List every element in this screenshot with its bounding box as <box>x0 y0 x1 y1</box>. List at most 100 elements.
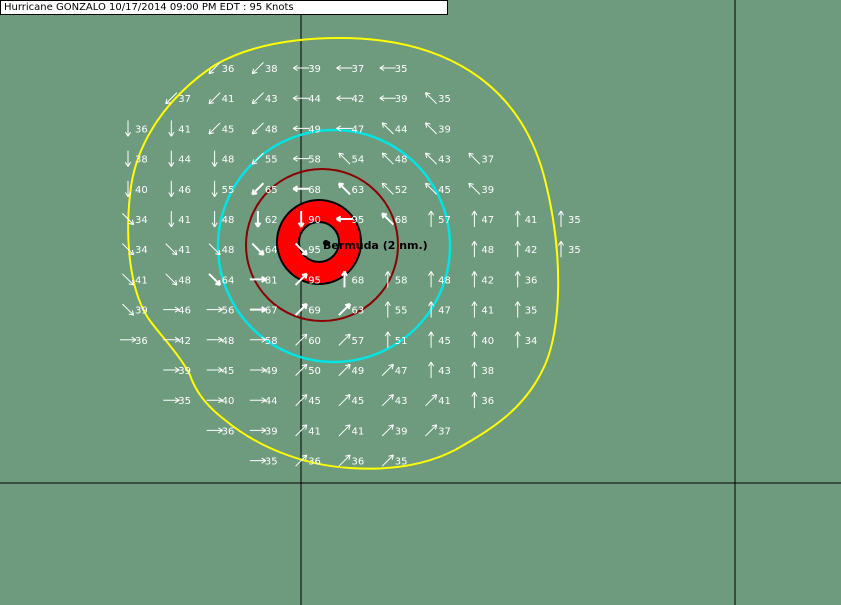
wind-speed-label: 49 <box>308 124 321 135</box>
wind-speed-label: 64 <box>222 275 235 286</box>
wind-speed-label: 50 <box>308 366 321 377</box>
wind-speed-label: 58 <box>265 336 278 347</box>
wind-speed-label: 41 <box>308 426 321 437</box>
wind-speed-label: 34 <box>135 245 148 256</box>
ocean-background <box>0 0 841 605</box>
wind-speed-label: 35 <box>265 457 278 468</box>
wind-speed-label: 68 <box>395 215 408 226</box>
wind-speed-label: 67 <box>265 306 278 317</box>
wind-speed-label: 41 <box>178 215 191 226</box>
wind-speed-label: 39 <box>135 306 148 317</box>
wind-vector-arrowhead <box>304 249 308 256</box>
wind-speed-label: 39 <box>178 366 191 377</box>
wind-speed-label: 44 <box>178 155 191 166</box>
wind-speed-label: 90 <box>308 215 321 226</box>
wind-speed-label: 45 <box>438 336 451 347</box>
wind-speed-label: 49 <box>265 366 278 377</box>
wind-speed-label: 37 <box>352 64 365 75</box>
wind-speed-label: 68 <box>352 275 365 286</box>
wind-speed-label: 64 <box>265 245 278 256</box>
wind-speed-label: 37 <box>438 426 451 437</box>
wind-vector-arrowhead <box>301 303 308 307</box>
wind-speed-label: 46 <box>178 185 191 196</box>
wind-speed-label: 55 <box>265 155 278 166</box>
wind-speed-label: 39 <box>395 94 408 105</box>
wind-speed-label: 62 <box>265 215 278 226</box>
wind-speed-label: 42 <box>525 245 538 256</box>
wind-vector-arrowhead <box>252 192 258 196</box>
wind-speed-label: 44 <box>308 94 321 105</box>
wind-speed-label: 37 <box>481 155 494 166</box>
wind-speed-label: 40 <box>481 336 494 347</box>
wind-speed-label: 48 <box>178 275 191 286</box>
wind-speed-label: 54 <box>352 155 365 166</box>
wind-speed-label: 42 <box>178 336 191 347</box>
wind-vector-arrowhead <box>381 213 385 219</box>
wind-speed-label: 48 <box>222 336 235 347</box>
wind-speed-label: 45 <box>222 366 235 377</box>
wind-vector-arrowhead <box>218 279 222 286</box>
wind-speed-label: 60 <box>308 336 321 347</box>
wind-speed-label: 35 <box>438 94 451 105</box>
wind-speed-label: 42 <box>352 94 365 105</box>
wind-speed-label: 45 <box>352 396 365 407</box>
wind-speed-label: 55 <box>222 185 235 196</box>
wind-speed-label: 56 <box>222 306 235 317</box>
wind-speed-label: 58 <box>395 275 408 286</box>
wind-speed-label: 49 <box>352 366 365 377</box>
wind-speed-label: 34 <box>525 336 538 347</box>
wind-speed-label: 35 <box>395 457 408 468</box>
wind-speed-label: 46 <box>178 306 191 317</box>
wind-speed-label: 39 <box>308 64 321 75</box>
wind-speed-label: 45 <box>308 396 321 407</box>
wind-speed-label: 48 <box>222 215 235 226</box>
wind-speed-label: 36 <box>525 275 538 286</box>
wind-speed-label: 48 <box>265 124 278 135</box>
wind-speed-label: 48 <box>222 155 235 166</box>
wind-speed-label: 36 <box>222 64 235 75</box>
wind-speed-label: 36 <box>135 124 148 135</box>
wind-speed-label: 35 <box>568 245 581 256</box>
wind-speed-label: 41 <box>481 306 494 317</box>
wind-vector-arrowhead <box>337 182 342 189</box>
wind-speed-label: 41 <box>178 124 191 135</box>
wind-speed-label: 55 <box>395 306 408 317</box>
wind-speed-label: 36 <box>352 457 365 468</box>
wind-speed-label: 45 <box>222 124 235 135</box>
wind-speed-label: 40 <box>222 396 235 407</box>
wind-speed-label: 37 <box>178 94 191 105</box>
wind-speed-label: 57 <box>352 336 365 347</box>
wind-vector-arrowhead <box>301 272 308 276</box>
wind-speed-label: 40 <box>135 185 148 196</box>
wind-speed-label: 39 <box>481 185 494 196</box>
location-label: Bermuda (2 nm.) <box>323 239 428 252</box>
wind-speed-label: 48 <box>481 245 494 256</box>
wind-field-map[interactable]: 36 38 39 37 35 37 41 43 44 42 39 35 36 41 45 48 49 47 44 39… <box>0 0 841 605</box>
wind-speed-label: 36 <box>222 426 235 437</box>
wind-vector-arrowhead <box>345 303 351 307</box>
wind-speed-label: 36 <box>481 396 494 407</box>
wind-speed-label: 39 <box>438 124 451 135</box>
wind-speed-label: 43 <box>438 366 451 377</box>
wind-speed-label: 39 <box>265 426 278 437</box>
wind-speed-label: 41 <box>352 426 365 437</box>
wind-speed-label: 63 <box>352 185 365 196</box>
wind-speed-label: 36 <box>135 336 148 347</box>
wind-speed-label: 35 <box>395 64 408 75</box>
wind-speed-label: 57 <box>438 215 451 226</box>
wind-speed-label: 41 <box>178 245 191 256</box>
wind-speed-label: 34 <box>135 215 148 226</box>
wind-speed-label: 47 <box>395 366 408 377</box>
wind-speed-label: 41 <box>525 215 538 226</box>
wind-speed-label: 47 <box>481 215 494 226</box>
wind-speed-label: 36 <box>308 457 321 468</box>
wind-speed-label: 95 <box>308 275 321 286</box>
wind-speed-label: 35 <box>525 306 538 317</box>
wind-speed-label: 48 <box>438 275 451 286</box>
wind-speed-label: 43 <box>265 94 278 105</box>
wind-speed-label: 58 <box>308 155 321 166</box>
wind-speed-label: 65 <box>265 185 278 196</box>
wind-speed-label: 81 <box>265 275 278 286</box>
wind-speed-label: 47 <box>352 124 365 135</box>
wind-speed-label: 42 <box>481 275 494 286</box>
